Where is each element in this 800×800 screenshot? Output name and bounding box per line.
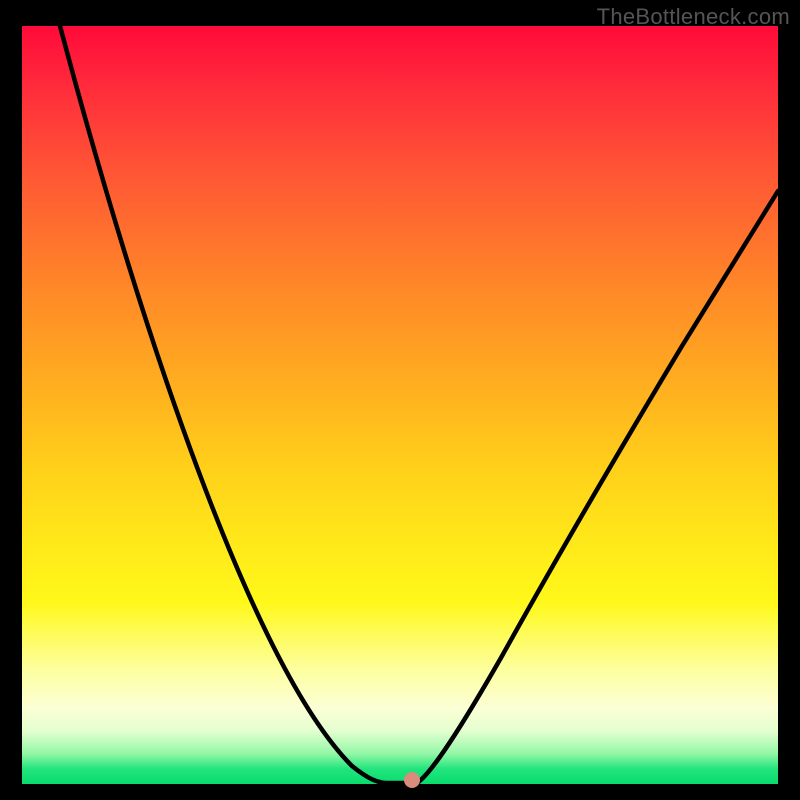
plot-area [22, 26, 778, 784]
bottleneck-curve-path [60, 26, 778, 783]
bottleneck-curve-svg [22, 26, 778, 784]
optimum-marker-dot [404, 772, 420, 788]
watermark-text: TheBottleneck.com [597, 4, 790, 30]
